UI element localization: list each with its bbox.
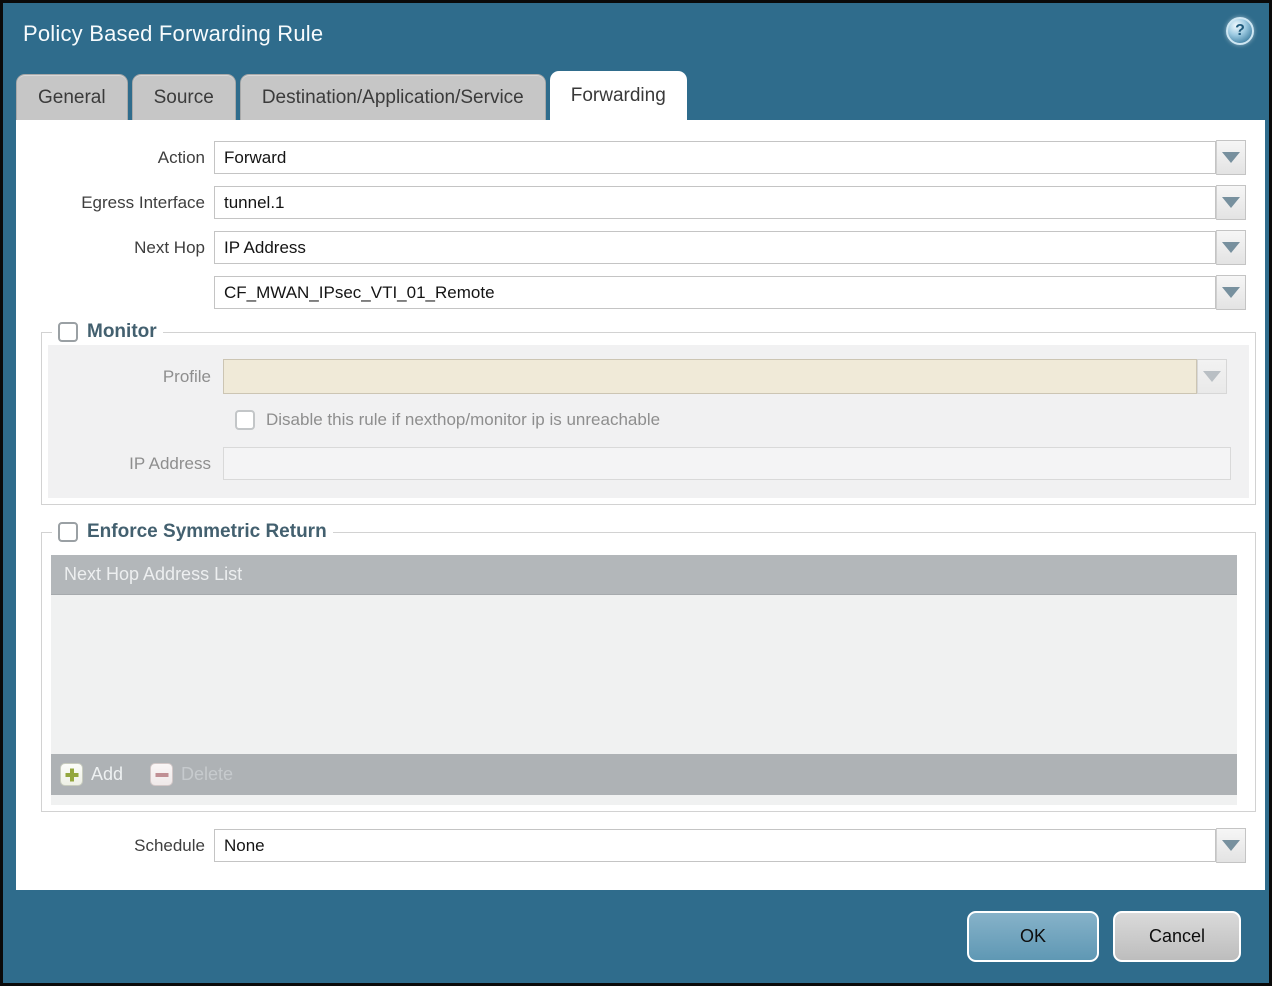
egress-interface-label: Egress Interface — [16, 186, 214, 219]
tab-forwarding[interactable]: Forwarding — [550, 71, 687, 120]
action-value: Forward — [224, 148, 286, 168]
delete-button[interactable]: Delete — [150, 763, 233, 786]
next-hop-row: Next Hop IP Address — [16, 231, 1265, 264]
pbf-rule-dialog: Policy Based Forwarding Rule ? General S… — [0, 0, 1272, 986]
chevron-down-icon — [1222, 242, 1240, 253]
next-hop-address-dropdown-button[interactable] — [1216, 275, 1246, 310]
help-glyph: ? — [1235, 22, 1245, 40]
next-hop-dropdown-button[interactable] — [1216, 230, 1246, 265]
disable-rule-checkbox[interactable] — [235, 410, 255, 430]
schedule-row: Schedule None — [16, 829, 1265, 862]
enforce-symmetric-return-label: Enforce Symmetric Return — [87, 521, 327, 543]
delete-button-label: Delete — [181, 764, 233, 785]
action-field[interactable]: Forward — [214, 141, 1216, 174]
profile-row: Profile — [48, 359, 1249, 394]
next-hop-address-list-body[interactable] — [51, 595, 1237, 754]
chevron-down-icon — [1222, 840, 1240, 851]
next-hop-address-list-toolbar: Add Delete — [51, 754, 1237, 795]
monitor-legend: Monitor — [52, 321, 163, 343]
schedule-dropdown-button[interactable] — [1216, 828, 1246, 863]
action-label: Action — [16, 141, 214, 174]
next-hop-address-label-spacer — [16, 276, 214, 309]
egress-interface-field[interactable]: tunnel.1 — [214, 186, 1216, 219]
next-hop-address-list-header: Next Hop Address List — [51, 555, 1237, 595]
disable-rule-row: Disable this rule if nexthop/monitor ip … — [235, 408, 1249, 432]
egress-interface-dropdown-button[interactable] — [1216, 185, 1246, 220]
help-icon[interactable]: ? — [1226, 17, 1254, 45]
schedule-label: Schedule — [16, 829, 214, 862]
chevron-down-icon — [1222, 287, 1240, 298]
next-hop-label: Next Hop — [16, 231, 214, 264]
next-hop-address-list-table: Next Hop Address List Add Delete — [51, 555, 1237, 805]
schedule-value: None — [224, 836, 265, 856]
enforce-symmetric-return-checkbox[interactable] — [58, 522, 78, 542]
action-row: Action Forward — [16, 141, 1265, 174]
next-hop-address-field[interactable]: CF_MWAN_IPsec_VTI_01_Remote — [214, 276, 1216, 309]
add-button-label: Add — [91, 764, 123, 785]
egress-interface-row: Egress Interface tunnel.1 — [16, 186, 1265, 219]
profile-field[interactable] — [223, 359, 1197, 394]
next-hop-value: IP Address — [224, 238, 306, 258]
next-hop-address-value: CF_MWAN_IPsec_VTI_01_Remote — [224, 283, 495, 303]
chevron-down-icon — [1203, 371, 1221, 382]
forwarding-tab-content: Action Forward Egress Interface tunnel.1… — [16, 120, 1265, 890]
monitor-label: Monitor — [87, 321, 157, 343]
enforce-symmetric-return-legend: Enforce Symmetric Return — [52, 521, 333, 543]
tab-source[interactable]: Source — [132, 74, 236, 120]
disable-rule-label: Disable this rule if nexthop/monitor ip … — [266, 410, 660, 430]
profile-label: Profile — [48, 367, 223, 387]
add-button[interactable]: Add — [60, 763, 123, 786]
next-hop-field[interactable]: IP Address — [214, 231, 1216, 264]
minus-icon — [150, 763, 173, 786]
egress-interface-value: tunnel.1 — [224, 193, 285, 213]
plus-icon — [60, 763, 83, 786]
tab-general[interactable]: General — [16, 74, 128, 120]
next-hop-address-row: CF_MWAN_IPsec_VTI_01_Remote — [16, 276, 1265, 309]
monitor-ip-field[interactable] — [223, 447, 1231, 480]
monitor-ip-row: IP Address — [48, 446, 1249, 481]
monitor-checkbox[interactable] — [58, 322, 78, 342]
chevron-down-icon — [1222, 152, 1240, 163]
ok-button-label: OK — [1020, 926, 1046, 947]
schedule-field[interactable]: None — [214, 829, 1216, 862]
next-hop-address-list-header-label: Next Hop Address List — [64, 564, 242, 585]
enforce-symmetric-return-group: Enforce Symmetric Return Next Hop Addres… — [41, 521, 1256, 812]
dialog-title: Policy Based Forwarding Rule — [23, 21, 323, 47]
ok-button[interactable]: OK — [967, 911, 1099, 962]
cancel-button[interactable]: Cancel — [1113, 911, 1241, 962]
profile-dropdown-button[interactable] — [1197, 359, 1227, 394]
monitor-ip-label: IP Address — [48, 454, 223, 474]
action-dropdown-button[interactable] — [1216, 140, 1246, 175]
chevron-down-icon — [1222, 197, 1240, 208]
monitor-group: Monitor Profile Disable this rule if nex… — [41, 321, 1256, 505]
tab-bar: General Source Destination/Application/S… — [16, 71, 687, 120]
monitor-panel: Profile Disable this rule if nexthop/mon… — [48, 345, 1249, 498]
dialog-titlebar: Policy Based Forwarding Rule ? — [3, 3, 1269, 65]
cancel-button-label: Cancel — [1149, 926, 1205, 947]
tab-destination-application-service[interactable]: Destination/Application/Service — [240, 74, 546, 120]
